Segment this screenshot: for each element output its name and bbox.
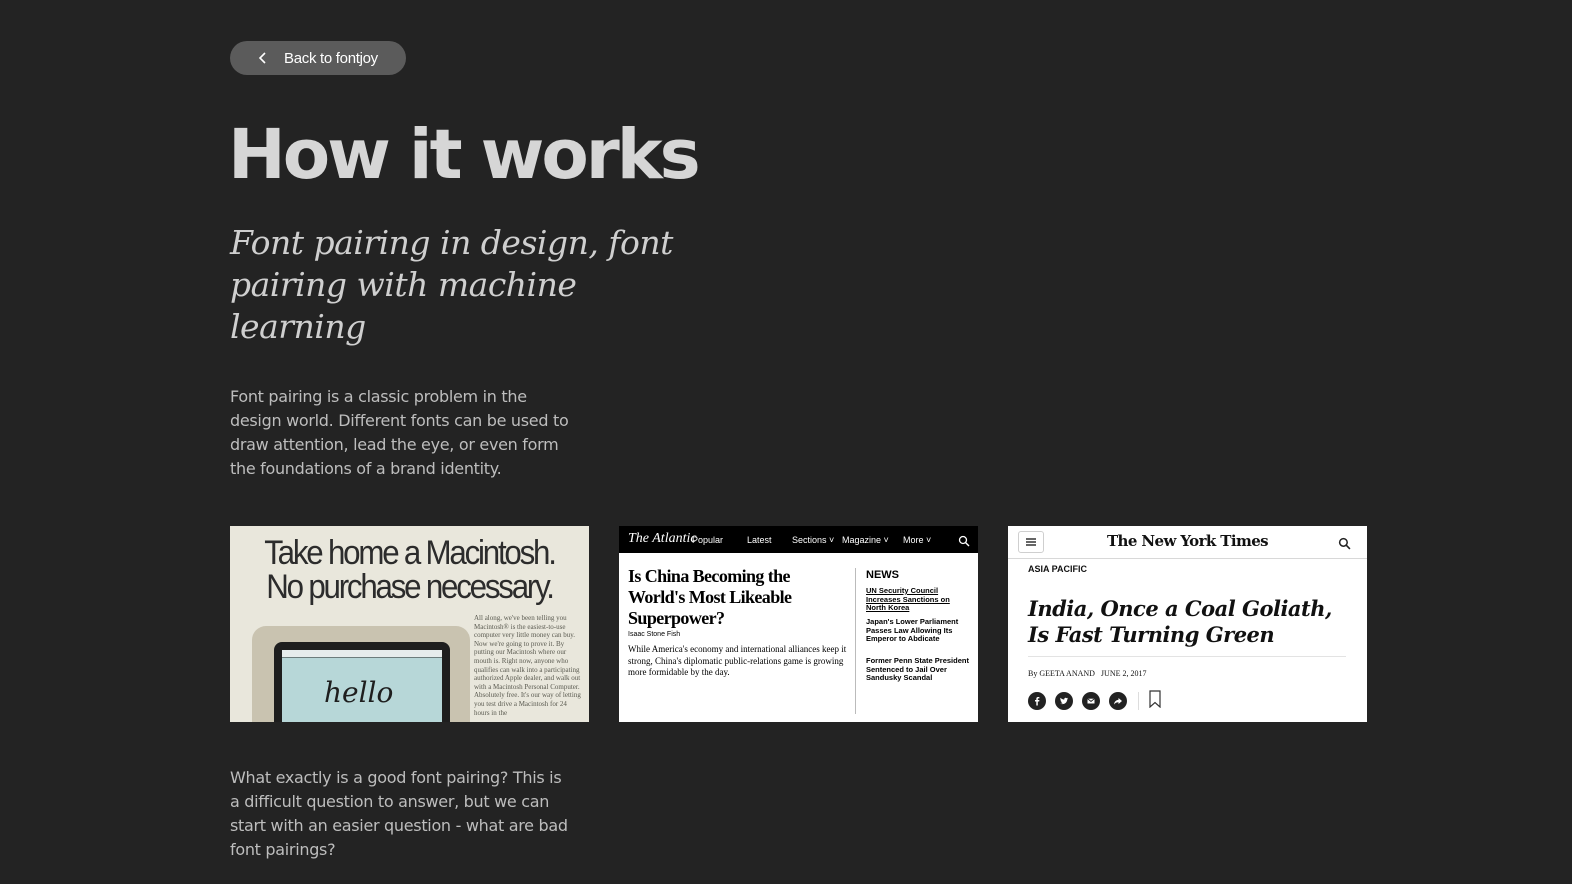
search-icon [1338,535,1351,550]
nyt-header: The New York Times [1008,526,1367,559]
twitter-icon [1055,692,1073,710]
atlantic-headline: Is China Becoming the World's Most Likea… [628,566,792,628]
nyt-byline-prefix: By [1028,669,1038,678]
atlantic-logo: The Atlantic [628,531,697,546]
email-icon [1082,692,1100,710]
nyt-author: GEETA ANAND [1039,669,1095,678]
nyt-logo: The New York Times [1106,532,1269,550]
nyt-headline: India, Once a Coal Goliath, Is Fast Turn… [1028,596,1332,647]
atlantic-nav-sections: Sections ˅ [792,535,835,545]
search-icon [958,535,970,547]
mac-headline-line-1: Take home a Macintosh. [264,534,557,572]
atlantic-nav-magazine: Magazine ˅ [842,535,889,545]
atlantic-column-divider [855,568,856,714]
atlantic-news-item: Former Penn State President Sentenced to… [866,656,969,683]
question-paragraph: What exactly is a good font pairing? Thi… [230,768,568,859]
bookmark-icon [1148,690,1162,712]
atlantic-news-label: NEWS [866,569,899,581]
back-button-label: Back to fontjoy [284,49,378,67]
nyt-screenshot: The New York Times ASIA PACIFIC India, O… [1008,526,1367,722]
mac-headline-line-2: No purchase necessary. [266,568,555,606]
back-to-fontjoy-button[interactable]: Back to fontjoy [230,41,406,75]
atlantic-nav-popular: Popular [692,535,724,545]
intro-paragraph: Font pairing is a classic problem in the… [230,387,569,478]
nyt-divider [1028,656,1346,657]
atlantic-nav-more: More ˅ [903,535,932,545]
page-subtitle: Font pairing in design, font pairing wit… [230,223,673,346]
mac-menubar [282,650,442,658]
nyt-section-label: ASIA PACIFIC [1028,564,1088,574]
mac-ad-headline: Take home a Macintosh. No purchase neces… [244,536,574,604]
atlantic-screenshot: The Atlantic Popular Latest Sections ˅ M… [619,526,978,722]
atlantic-byline: Isaac Stone Fish [628,631,681,638]
share-icon [1109,692,1127,710]
nyt-byline: By GEETA ANAND JUNE 2, 2017 [1028,669,1146,678]
atlantic-news-item: Japan's Lower Parliament Passes Law Allo… [866,617,959,644]
atlantic-nav-latest: Latest [747,535,772,545]
chevron-left-icon [256,51,270,65]
atlantic-navbar: The Atlantic Popular Latest Sections ˅ M… [619,526,978,553]
atlantic-dek: While America's economy and internationa… [628,644,847,677]
share-divider [1138,692,1139,710]
mac-ad-body-copy: All along, we've been telling you Macint… [474,614,581,717]
page-title: How it works [228,115,701,195]
macintosh-ad-image: Take home a Macintosh. No purchase neces… [230,526,589,722]
nyt-share-bar [1028,690,1162,712]
facebook-icon [1028,692,1046,710]
atlantic-news-item: UN Security Council Increases Sanctions … [866,586,950,613]
nyt-date: JUNE 2, 2017 [1100,669,1147,678]
mac-screen-text: hello [324,676,394,709]
